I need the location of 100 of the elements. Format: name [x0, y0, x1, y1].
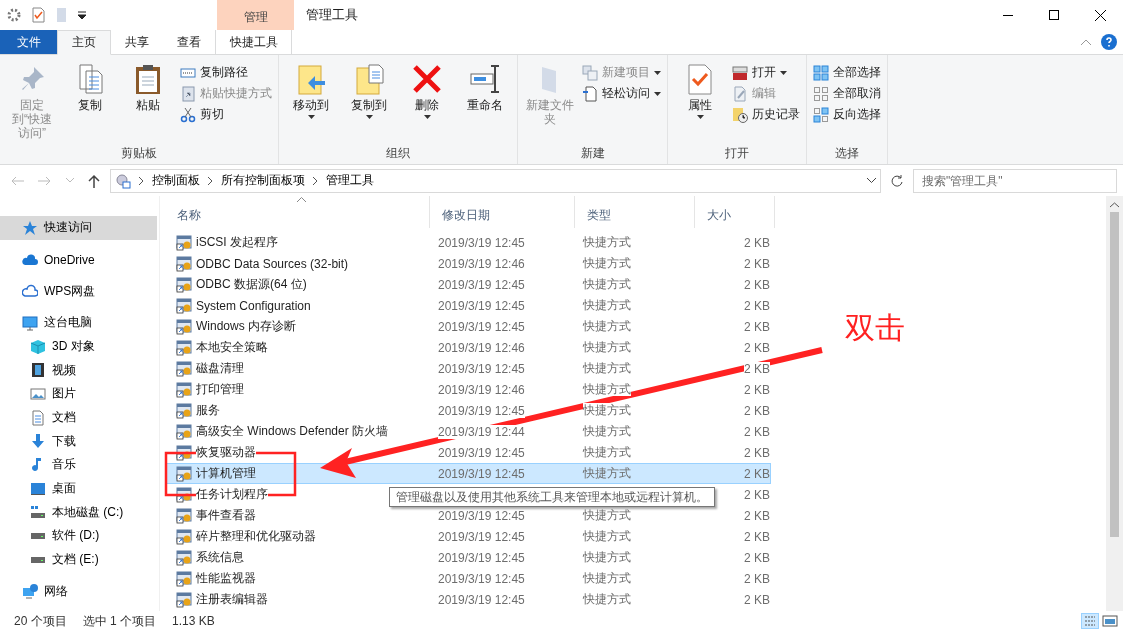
nav-item[interactable]: 网络 — [0, 579, 157, 604]
date-cell: 2019/3/19 12:45 — [438, 298, 525, 313]
select-none-icon — [813, 85, 829, 102]
ribbon-button[interactable]: 历史记录 — [730, 105, 802, 124]
file-row[interactable]: 性能监视器 2019/3/19 12:45 快捷方式 2 KB — [165, 568, 771, 589]
new-item-icon — [582, 64, 598, 81]
breadcrumb[interactable]: 所有控制面板项 — [221, 172, 305, 189]
network-icon — [22, 583, 38, 600]
shortcut-icon — [176, 402, 192, 419]
breadcrumb[interactable]: 控制面板 — [152, 172, 200, 189]
file-row[interactable]: ODBC 数据源(64 位) 2019/3/19 12:45 快捷方式 2 KB — [165, 274, 771, 295]
nav-item[interactable]: 图片 — [0, 382, 157, 406]
nav-item[interactable]: 软件 (D:) — [0, 524, 157, 548]
ribbon-button[interactable]: 删除 — [399, 59, 455, 144]
date-cell: 2019/3/19 12:45 — [438, 445, 525, 460]
file-row[interactable]: 打印管理 2019/3/19 12:46 快捷方式 2 KB — [165, 379, 771, 400]
shortcut-icon — [176, 360, 192, 377]
file-row[interactable]: 碎片整理和优化驱动器 2019/3/19 12:45 快捷方式 2 KB — [165, 526, 771, 547]
size-cell: 2 KB — [744, 466, 770, 481]
ribbon-button[interactable]: 反向选择 — [811, 105, 883, 124]
star-icon — [22, 219, 38, 236]
ribbon-tab[interactable]: 共享 — [111, 30, 163, 54]
file-row[interactable]: 服务 2019/3/19 12:45 快捷方式 2 KB — [165, 400, 771, 421]
monitor-icon — [22, 314, 38, 331]
minimize-icon[interactable] — [1003, 14, 1013, 16]
address-bar[interactable]: 控制面板 所有控制面板项 管理工具 — [110, 168, 881, 193]
ribbon-button[interactable]: 重命名 — [457, 59, 513, 144]
type-cell: 快捷方式 — [583, 277, 631, 291]
column-header[interactable]: 名称 — [165, 196, 430, 228]
date-cell: 2019/3/19 12:46 — [438, 256, 525, 271]
nav-item[interactable]: 这台电脑 — [0, 311, 157, 335]
file-row[interactable]: iSCSI 发起程序 2019/3/19 12:45 快捷方式 2 KB — [165, 232, 771, 253]
ribbon-tab[interactable]: 主页 — [57, 30, 111, 55]
breadcrumb[interactable]: 管理工具 — [326, 172, 374, 189]
column-header[interactable]: 大小 — [695, 196, 775, 228]
ribbon-tab[interactable]: 快捷工具 — [215, 30, 292, 54]
type-cell: 快捷方式 — [583, 256, 631, 270]
shortcut-icon — [176, 465, 192, 482]
file-row[interactable]: 本地安全策略 2019/3/19 12:46 快捷方式 2 KB — [165, 337, 771, 358]
nav-item[interactable]: 文档 (E:) — [0, 547, 157, 572]
nav-item[interactable]: 文档 — [0, 405, 157, 430]
column-header[interactable]: 类型 — [575, 196, 695, 228]
ribbon-tab[interactable]: 文件 — [0, 30, 57, 54]
file-row[interactable]: ODBC Data Sources (32-bit) 2019/3/19 12:46 快捷方式 2 KB — [165, 253, 771, 274]
file-row[interactable]: System Configuration 2019/3/19 12:45 快捷方式 2 KB — [165, 295, 771, 316]
maximize-icon[interactable] — [1049, 10, 1059, 20]
ribbon-button[interactable]: 复制路径 — [178, 63, 274, 82]
file-row[interactable]: 注册表编辑器 2019/3/19 12:45 快捷方式 2 KB — [165, 589, 771, 610]
ribbon-tab[interactable]: 查看 — [163, 30, 215, 54]
image-icon — [30, 385, 46, 402]
column-header[interactable]: 修改日期 — [430, 196, 575, 228]
ribbon-button[interactable]: 移动到 — [283, 59, 339, 144]
nav-item[interactable]: 下载 — [0, 429, 157, 454]
shortcut-icon — [176, 381, 192, 398]
file-row[interactable]: 恢复驱动器 2019/3/19 12:45 快捷方式 2 KB — [165, 442, 771, 463]
nav-item[interactable]: 音乐 — [0, 453, 157, 477]
file-row[interactable]: 系统信息 2019/3/19 12:45 快捷方式 2 KB — [165, 547, 771, 568]
selection-count: 选中 1 个项目 — [82, 612, 157, 630]
ribbon-button[interactable]: 打开 — [730, 63, 802, 82]
date-cell: 2019/3/19 12:45 — [438, 529, 525, 544]
shortcut-icon — [176, 339, 192, 356]
size-cell: 2 KB — [744, 529, 770, 544]
nav-item[interactable]: 快速访问 — [0, 216, 157, 240]
size-cell: 2 KB — [744, 424, 770, 439]
ribbon-button[interactable]: 复制 — [62, 59, 118, 144]
nav-item[interactable]: WPS网盘 — [0, 279, 157, 303]
ribbon-button[interactable]: 剪切 — [178, 105, 274, 124]
scrollbar[interactable] — [1106, 196, 1123, 611]
selection-size: 1.13 KB — [172, 614, 215, 628]
type-cell: 快捷方式 — [583, 235, 631, 249]
type-cell: 快捷方式 — [583, 319, 631, 333]
chevron-icon — [313, 176, 318, 185]
date-cell: 2019/3/19 12:45 — [438, 571, 525, 586]
file-row[interactable]: Windows 内存诊断 2019/3/19 12:45 快捷方式 2 KB — [165, 316, 771, 337]
file-row[interactable]: 事件查看器 2019/3/19 12:45 快捷方式 2 KB — [165, 505, 771, 526]
nav-item[interactable]: 桌面 — [0, 476, 157, 501]
date-cell: 2019/3/19 12:45 — [438, 550, 525, 565]
nav-item[interactable]: 视频 — [0, 358, 157, 383]
nav-item[interactable]: 3D 对象 — [0, 334, 157, 359]
file-name: 注册表编辑器 — [196, 591, 268, 608]
nav-item[interactable]: 本地磁盘 (C:) — [0, 500, 157, 525]
scroll-up-icon[interactable] — [1110, 202, 1119, 208]
ribbon-button[interactable]: 全部取消 — [811, 84, 883, 103]
date-cell: 2019/3/19 12:46 — [438, 382, 525, 397]
file-row[interactable]: 计算机管理 2019/3/19 12:45 快捷方式 2 KB — [165, 463, 771, 484]
search-field[interactable]: 搜索"管理工具" — [913, 168, 1117, 193]
shortcut-icon — [176, 507, 192, 524]
ribbon-button[interactable]: 复制到 — [341, 59, 397, 144]
nav-item[interactable]: OneDrive — [0, 247, 157, 272]
shortcut-icon — [176, 423, 192, 440]
film-icon — [30, 362, 46, 379]
ribbon-button[interactable]: 全部选择 — [811, 63, 883, 82]
size-cell: 2 KB — [744, 550, 770, 565]
ribbon-button[interactable]: 轻松访问 — [580, 84, 663, 103]
size-cell: 2 KB — [744, 256, 770, 271]
ribbon-button[interactable]: 粘贴 — [120, 59, 176, 144]
ribbon-button[interactable]: 属性 — [672, 59, 728, 144]
file-row[interactable]: 高级安全 Windows Defender 防火墙 2019/3/19 12:44 快捷方式 2 KB — [165, 421, 771, 442]
file-row[interactable]: 磁盘清理 2019/3/19 12:45 快捷方式 2 KB — [165, 358, 771, 379]
close-icon[interactable] — [1094, 9, 1106, 21]
